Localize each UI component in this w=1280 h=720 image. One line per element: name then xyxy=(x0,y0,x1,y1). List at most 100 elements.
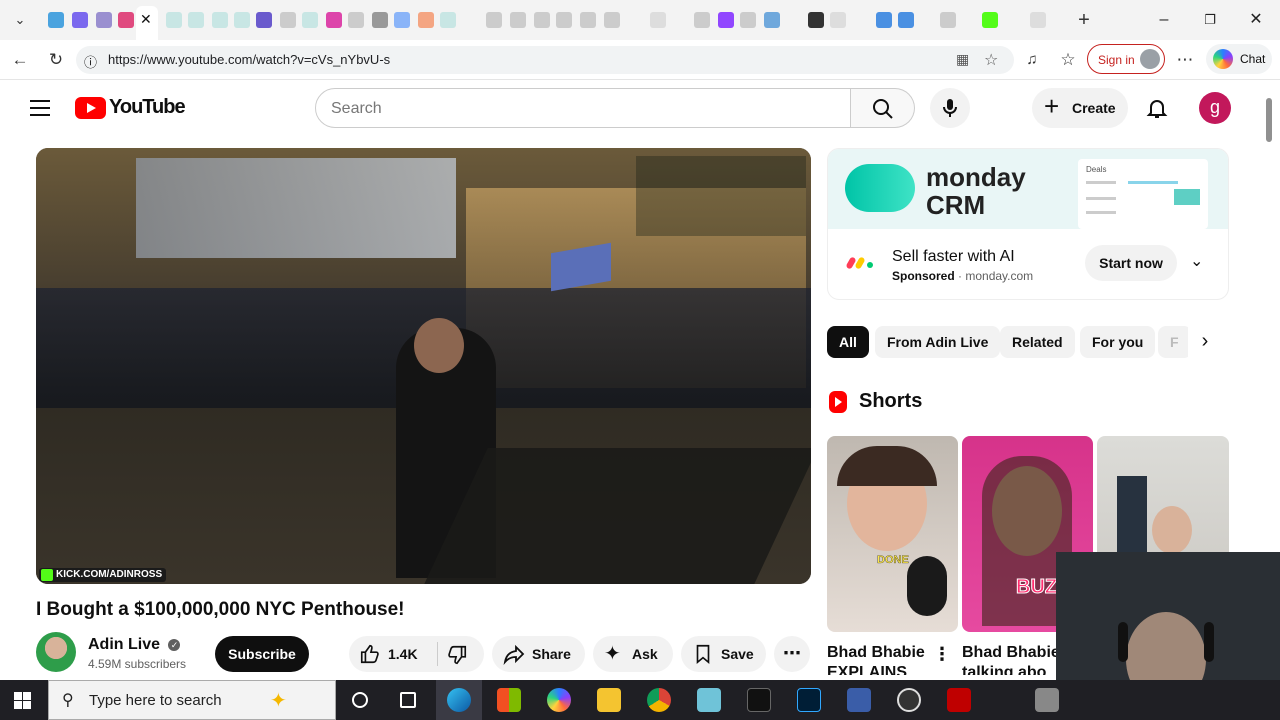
chip-related[interactable]: Related xyxy=(1000,326,1075,358)
tab-favicon[interactable] xyxy=(898,12,914,28)
maximize-icon[interactable]: ❐ xyxy=(1198,8,1222,32)
share-button[interactable]: Share xyxy=(492,636,585,672)
tab-favicon[interactable] xyxy=(764,12,780,28)
site-info-icon[interactable]: ⓘ xyxy=(84,52,97,71)
sign-in-button[interactable]: Sign in xyxy=(1087,44,1165,74)
tab-favicon[interactable] xyxy=(72,12,88,28)
tab-favicon[interactable] xyxy=(212,12,228,28)
save-button[interactable]: Save xyxy=(681,636,766,672)
chip-all[interactable]: All xyxy=(827,326,869,358)
search-button[interactable] xyxy=(851,88,915,128)
read-aloud-icon[interactable]: ♫ xyxy=(1020,48,1044,72)
channel-avatar[interactable] xyxy=(36,632,76,672)
favorite-star-icon[interactable]: ☆ xyxy=(984,50,998,70)
thumbs-down-icon[interactable] xyxy=(446,644,468,666)
more-actions-button[interactable]: ⋯ xyxy=(774,636,810,672)
address-bar[interactable]: ⓘ https://www.youtube.com/watch?v=cVs_nY… xyxy=(76,46,1014,74)
ask-button[interactable]: ✦ Ask xyxy=(593,636,673,672)
tab-list-icon[interactable]: ⌄ xyxy=(8,8,32,32)
app-available-icon[interactable]: ▦ xyxy=(956,51,969,68)
create-button[interactable]: + Create xyxy=(1032,88,1128,128)
tab-favicon[interactable] xyxy=(808,12,824,28)
chrome-icon[interactable] xyxy=(647,688,671,712)
subscribe-button[interactable]: Subscribe xyxy=(215,636,309,672)
app-icon[interactable] xyxy=(1035,688,1059,712)
tab-favicon[interactable] xyxy=(48,12,64,28)
tab-favicon[interactable] xyxy=(556,12,572,28)
back-icon[interactable]: ← xyxy=(8,48,32,72)
tab-favicon[interactable] xyxy=(394,12,410,28)
network-app-icon[interactable] xyxy=(847,688,871,712)
tab-favicon[interactable] xyxy=(694,12,710,28)
tab-favicon[interactable] xyxy=(256,12,272,28)
copilot-app-icon[interactable] xyxy=(547,688,571,712)
kick-tab-favicon[interactable] xyxy=(982,12,998,28)
close-tab-icon[interactable]: ✕ xyxy=(140,11,152,28)
cortana-icon[interactable] xyxy=(352,692,368,708)
ad-cta-button[interactable]: Start now xyxy=(1085,245,1177,281)
tab-favicon[interactable] xyxy=(372,12,388,28)
tab-favicon[interactable] xyxy=(188,12,204,28)
tab-favicon[interactable] xyxy=(118,12,134,28)
short-more-icon[interactable]: ⋮ xyxy=(933,645,951,663)
voice-search-button[interactable] xyxy=(930,88,970,128)
account-avatar[interactable]: g xyxy=(1199,92,1231,124)
more-options-icon[interactable]: ⋯ xyxy=(1173,48,1197,72)
filezilla-icon[interactable] xyxy=(947,688,971,712)
channel-name[interactable]: Adin Live ✓ xyxy=(88,636,181,654)
taskbar-search-input[interactable]: Type here to search xyxy=(48,680,336,720)
sponsored-ad-card[interactable]: monday CRM Deals Sell faster with AI Spo… xyxy=(827,148,1229,300)
search-input[interactable]: Search xyxy=(315,88,851,128)
tab-favicon[interactable] xyxy=(348,12,364,28)
favorites-icon[interactable]: ☆ xyxy=(1056,48,1080,72)
tab-favicon[interactable] xyxy=(650,12,666,28)
active-tab[interactable]: ✕ xyxy=(136,6,158,40)
tab-favicon[interactable] xyxy=(440,12,456,28)
minimize-icon[interactable]: – xyxy=(1152,8,1176,32)
tab-favicon[interactable] xyxy=(418,12,434,28)
tab-favicon[interactable] xyxy=(1030,12,1046,28)
menu-icon[interactable] xyxy=(28,98,52,118)
reload-icon[interactable]: ↻ xyxy=(44,48,68,72)
tab-favicon[interactable] xyxy=(326,12,342,28)
tab-favicon[interactable] xyxy=(940,12,956,28)
terminal-icon[interactable] xyxy=(747,688,771,712)
chip-truncated[interactable]: F xyxy=(1158,326,1192,358)
tab-favicon[interactable] xyxy=(718,12,734,28)
like-button[interactable]: 1.4K xyxy=(349,636,437,672)
tab-favicon[interactable] xyxy=(280,12,296,28)
tab-favicon[interactable] xyxy=(302,12,318,28)
obs-icon[interactable] xyxy=(897,688,921,712)
short-title[interactable]: Bhad Bhabie EXPLAINS xyxy=(827,643,937,675)
tab-favicon[interactable] xyxy=(234,12,250,28)
edge-icon[interactable] xyxy=(447,688,471,712)
tab-favicon[interactable] xyxy=(166,12,182,28)
chevron-down-icon[interactable]: ⌄ xyxy=(1190,251,1203,271)
tab-favicon[interactable] xyxy=(876,12,892,28)
video-player[interactable]: KICK.COM/ADINROSS xyxy=(36,148,811,584)
tab-favicon[interactable] xyxy=(96,12,112,28)
store-icon[interactable] xyxy=(497,688,521,712)
page-scrollbar-thumb[interactable] xyxy=(1266,98,1272,142)
tab-favicon[interactable] xyxy=(740,12,756,28)
close-window-icon[interactable]: ✕ xyxy=(1244,8,1268,32)
windows-start-icon[interactable] xyxy=(14,692,31,709)
tab-favicon[interactable] xyxy=(534,12,550,28)
chip-from-adin-live[interactable]: From Adin Live xyxy=(875,326,1001,358)
new-tab-icon[interactable]: + xyxy=(1072,8,1096,32)
url-text[interactable]: https://www.youtube.com/watch?v=cVs_nYbv… xyxy=(108,52,390,67)
task-view-icon[interactable] xyxy=(400,692,416,708)
tab-favicon[interactable] xyxy=(830,12,846,28)
notifications-bell-icon[interactable] xyxy=(1145,96,1169,120)
chip-for-you[interactable]: For you xyxy=(1080,326,1156,358)
tab-favicon[interactable] xyxy=(580,12,596,28)
copilot-chat-button[interactable]: Chat xyxy=(1206,44,1272,74)
tab-favicon[interactable] xyxy=(486,12,502,28)
short-thumbnail[interactable]: DONE xyxy=(827,436,958,632)
tab-favicon[interactable] xyxy=(604,12,620,28)
photoshop-icon[interactable] xyxy=(797,688,821,712)
chevron-right-icon[interactable]: › xyxy=(1188,326,1222,358)
file-explorer-icon[interactable] xyxy=(597,688,621,712)
tab-favicon[interactable] xyxy=(510,12,526,28)
app-icon[interactable] xyxy=(697,688,721,712)
